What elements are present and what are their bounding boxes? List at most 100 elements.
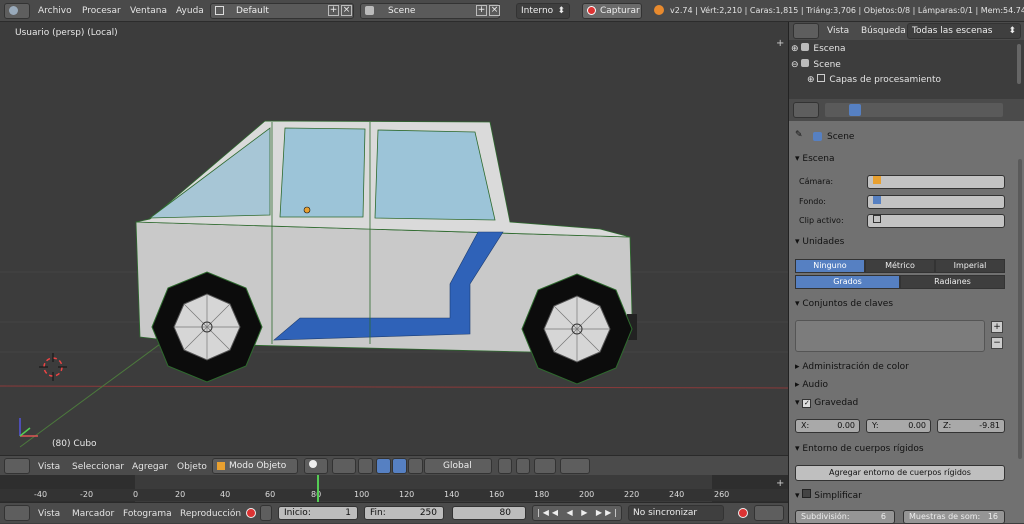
rotation-grados[interactable]: Grados (795, 275, 900, 289)
outliner-editor-type-button[interactable] (793, 23, 819, 39)
sync-selector[interactable]: No sincronizar (628, 505, 724, 521)
scale-manipulator[interactable] (408, 458, 423, 474)
remove-layout-icon[interactable]: × (341, 5, 352, 16)
add-rigidbody-world-button[interactable]: Agregar entorno de cuerpos rígidos (795, 465, 1005, 481)
translate-manipulator[interactable] (376, 458, 391, 474)
outliner-menu-vista[interactable]: Vista (827, 26, 849, 36)
samples-value: 16 (987, 512, 998, 521)
outliner-row[interactable]: ⊕ Capas de procesamiento (807, 74, 941, 85)
remove-scene-icon[interactable]: × (489, 5, 500, 16)
keying-sets-list[interactable] (795, 320, 985, 352)
menu-vista-tl[interactable]: Vista (38, 509, 60, 519)
camera-icon (873, 176, 881, 184)
gravity-z-field[interactable]: Z: -9.81 (937, 419, 1005, 433)
capture-button[interactable]: Capturar (582, 3, 642, 19)
info-editor-type-button[interactable] (4, 3, 30, 19)
timeline-editor-type-button[interactable] (4, 505, 30, 521)
viewport-shading-selector[interactable] (304, 458, 328, 474)
menu-ayuda[interactable]: Ayuda (176, 6, 204, 16)
properties-scrollbar[interactable] (1018, 159, 1022, 459)
orientation-selector[interactable]: Global (424, 458, 492, 474)
editor-type-button[interactable] (4, 458, 30, 474)
menu-procesar[interactable]: Procesar (82, 6, 121, 16)
add-scene-icon[interactable]: + (476, 5, 487, 16)
subdivision-field[interactable]: Subdivisión: 6 (795, 510, 895, 524)
unit-metrico-label: Métrico (885, 261, 915, 270)
unit-imperial[interactable]: Imperial (935, 259, 1005, 273)
outliner-scrollbar[interactable] (1017, 44, 1021, 84)
snap-button[interactable] (534, 458, 556, 474)
panel-color-header[interactable]: ▸ Administración de color (795, 362, 909, 372)
scene-tab-icon[interactable] (849, 104, 861, 116)
panel-simplificar-header[interactable]: ▾ Simplificar (795, 489, 862, 501)
checkbox-icon[interactable] (802, 489, 812, 498)
active-clip-field[interactable] (867, 214, 1005, 228)
menu-objeto[interactable]: Objeto (177, 462, 207, 472)
background-field[interactable] (867, 195, 1005, 209)
start-frame-field[interactable]: Inicio: 1 (278, 506, 358, 520)
unit-ninguno[interactable]: Ninguno (795, 259, 865, 273)
manipulator-toggle[interactable] (358, 458, 373, 474)
end-frame-field[interactable]: Fin: 250 (364, 506, 444, 520)
menu-reproduccion[interactable]: Reproducción (180, 509, 241, 519)
remove-keyset-icon[interactable]: − (991, 337, 1003, 349)
gravity-x-field[interactable]: X: 0.00 (795, 419, 860, 433)
panel-gravedad-header[interactable]: ▾ ✓ Gravedad (795, 398, 858, 408)
tick-label: -20 (80, 490, 94, 499)
panel-color-title: Administración de color (802, 362, 909, 372)
panel-audio-header[interactable]: ▸ Audio (795, 380, 828, 390)
menu-marcador[interactable]: Marcador (72, 509, 114, 519)
keyframe-type-button[interactable] (260, 505, 272, 521)
pivot-selector[interactable] (332, 458, 356, 474)
add-keyset-icon[interactable]: + (991, 321, 1003, 333)
panel-unidades-header[interactable]: ▾ Unidades (795, 237, 844, 247)
menu-seleccionar[interactable]: Seleccionar (72, 462, 124, 472)
viewport-scene (0, 120, 788, 448)
playback-controls[interactable]: |◀◀ ◀ ▶ ▶▶| (532, 505, 622, 521)
panel-rigidbody-header[interactable]: ▾ Entorno de cuerpos rígidos (795, 444, 924, 454)
menu-agregar[interactable]: Agregar (132, 462, 168, 472)
camera-field[interactable] (867, 175, 1005, 189)
render-engine-selector[interactable]: Interno ⬍ (516, 3, 570, 19)
current-frame-marker[interactable] (317, 475, 319, 502)
properties-context-tabs[interactable] (825, 103, 1003, 117)
panel-conjuntos-header[interactable]: ▾ Conjuntos de claves (795, 299, 893, 309)
outliner-filter-selector[interactable]: Todas las escenas ⬍ (907, 23, 1021, 39)
checkbox-checked-icon[interactable]: ✓ (802, 399, 812, 408)
render-preview-button[interactable] (560, 458, 590, 474)
panel-escena-header[interactable]: ▾ Escena (795, 154, 834, 164)
menu-vista[interactable]: Vista (38, 462, 60, 472)
start-value: 1 (345, 508, 351, 518)
rear-wheel (521, 273, 633, 385)
capture-label: Capturar (600, 6, 640, 16)
record-icon[interactable] (246, 508, 256, 518)
layers-button[interactable] (498, 458, 512, 474)
menu-fotograma[interactable]: Fotograma (123, 509, 172, 519)
tick-label: 240 (669, 490, 685, 499)
rotation-radianes[interactable]: Radianes (900, 275, 1005, 289)
add-layout-icon[interactable]: + (328, 5, 339, 16)
render-layer-icon (817, 74, 826, 82)
menu-archivo[interactable]: Archivo (38, 6, 72, 16)
rotate-manipulator[interactable] (392, 458, 407, 474)
timeline-expand-icon[interactable]: + (776, 478, 784, 489)
3d-viewport[interactable]: Usuario (persp) (Local) (80) Cubo + (0, 22, 788, 455)
gravity-y-field[interactable]: Y: 0.00 (866, 419, 931, 433)
shadow-samples-field[interactable]: Muestras de som: 16 (903, 510, 1005, 524)
unit-metrico[interactable]: Métrico (865, 259, 935, 273)
tick-label: 0 (133, 490, 139, 499)
subdivision-value: 6 (880, 512, 886, 521)
current-frame-field[interactable]: 80 (452, 506, 526, 520)
timeline-editor[interactable]: -40 -20 0 20 40 60 80 100 120 140 160 18… (0, 475, 788, 502)
outliner-row[interactable]: ⊖ Scene (791, 59, 841, 70)
pin-icon[interactable]: ✎ (795, 130, 803, 140)
properties-editor-type-button[interactable] (793, 102, 819, 118)
autokey-record-icon[interactable] (738, 508, 748, 518)
outliner-row[interactable]: ⊕ Escena (791, 43, 846, 54)
keying-set-button[interactable] (754, 505, 784, 521)
outliner-menu-busqueda[interactable]: Búsqueda (861, 26, 906, 36)
region-expand-icon[interactable]: + (776, 38, 784, 49)
mode-selector[interactable]: Modo Objeto (212, 458, 298, 474)
menu-ventana[interactable]: Ventana (130, 6, 167, 16)
proportional-edit-button[interactable] (516, 458, 530, 474)
